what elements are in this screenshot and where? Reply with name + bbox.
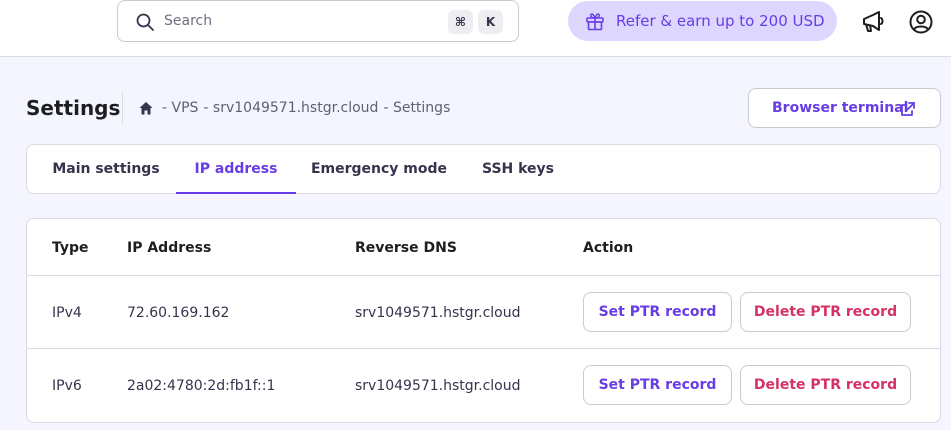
table-cell-rdns: srv1049571.hstgr.cloud [355,378,521,394]
search-icon [136,13,154,31]
set-ptr-record-button[interactable]: Set PTR record [583,292,732,332]
column-header-type: Type [52,240,89,256]
table-cell-type: IPv6 [52,378,82,394]
browser-terminal-label: Browser terminal [772,100,909,116]
home-icon[interactable] [138,100,154,116]
delete-ptr-record-button[interactable]: Delete PTR record [740,365,911,405]
top-bar: Search ⌘ K Refer & earn up to 200 USD [0,0,951,57]
row-divider [27,275,940,276]
column-header-action: Action [583,240,634,256]
browser-terminal-button[interactable]: Browser terminal [748,88,941,128]
settings-tabs: Main settings IP address Emergency mode … [26,144,941,194]
row-divider [27,348,940,349]
refer-label: Refer & earn up to 200 USD [616,12,825,30]
shortcut-k-key: K [478,10,503,34]
column-header-ip-address: IP Address [127,240,212,256]
tab-main-settings[interactable]: Main settings [47,145,165,193]
table-cell-rdns: srv1049571.hstgr.cloud [355,305,521,321]
table-cell-ip: 72.60.169.162 [127,305,230,321]
delete-ptr-record-button[interactable]: Delete PTR record [740,292,911,332]
gift-icon [586,13,604,31]
refer-earn-button[interactable]: Refer & earn up to 200 USD [568,1,837,41]
breadcrumb-item-settings: - Settings [383,100,451,116]
breadcrumb-item-vps[interactable]: - VPS [162,100,198,116]
tab-ssh-keys[interactable]: SSH keys [479,145,557,193]
search-bar[interactable]: Search ⌘ K [117,0,519,42]
column-header-reverse-dns: Reverse DNS [355,240,457,256]
set-ptr-record-button[interactable]: Set PTR record [583,365,732,405]
page-title: Settings [26,96,121,120]
account-icon[interactable] [907,8,935,36]
tab-emergency-mode[interactable]: Emergency mode [310,145,448,193]
megaphone-icon[interactable] [859,8,887,36]
shortcut-cmd-key: ⌘ [448,10,473,34]
external-link-icon [901,102,915,116]
breadcrumb: - VPS - srv1049571.hstgr.cloud - Setting… [138,100,455,116]
search-placeholder: Search [164,13,213,29]
breadcrumb-item-server[interactable]: - srv1049571.hstgr.cloud [203,100,378,116]
table-cell-ip: 2a02:4780:2d:fb1f::1 [127,378,276,394]
ip-address-table: Type IP Address Reverse DNS Action IPv4 … [26,218,941,423]
tab-ip-address[interactable]: IP address [176,145,296,194]
title-divider [122,92,123,124]
table-cell-type: IPv4 [52,305,82,321]
